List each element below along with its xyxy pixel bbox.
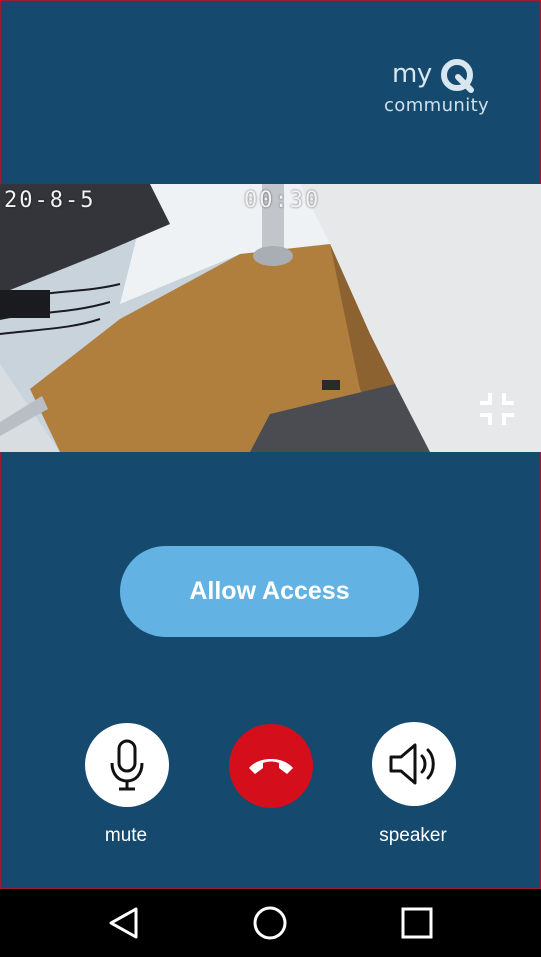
recents-square-icon xyxy=(401,907,433,939)
video-osd-date: 20-8-5 xyxy=(4,188,96,213)
mute-label: mute xyxy=(104,825,148,846)
collapse-icon xyxy=(480,393,514,425)
hang-up-phone-icon xyxy=(249,759,293,774)
mute-button[interactable] xyxy=(85,723,169,807)
nav-home-button[interactable] xyxy=(225,889,315,957)
camera-scene xyxy=(0,184,541,452)
allow-access-button[interactable]: Allow Access xyxy=(120,546,419,637)
intercom-call-screen: my community 20-8-5 00:30 Allow Access m… xyxy=(0,0,541,889)
microphone-icon xyxy=(110,739,144,791)
video-osd-time: 00:30 xyxy=(244,188,321,213)
exit-fullscreen-button[interactable] xyxy=(476,389,518,429)
nav-recents-button[interactable] xyxy=(372,889,462,957)
android-navigation-bar xyxy=(0,889,541,957)
logo-q-mark xyxy=(441,59,474,93)
home-circle-icon xyxy=(253,906,287,940)
speaker-label: speaker xyxy=(379,825,447,846)
back-triangle-icon xyxy=(109,907,138,939)
logo-my-text: my xyxy=(392,59,432,89)
speaker-button[interactable] xyxy=(372,722,456,806)
camera-video-feed[interactable] xyxy=(0,184,541,452)
speaker-icon xyxy=(389,743,435,785)
end-call-button[interactable] xyxy=(229,724,313,808)
nav-back-button[interactable] xyxy=(78,889,168,957)
myq-community-logo: my community xyxy=(378,55,498,120)
logo-community-text: community xyxy=(384,95,490,116)
